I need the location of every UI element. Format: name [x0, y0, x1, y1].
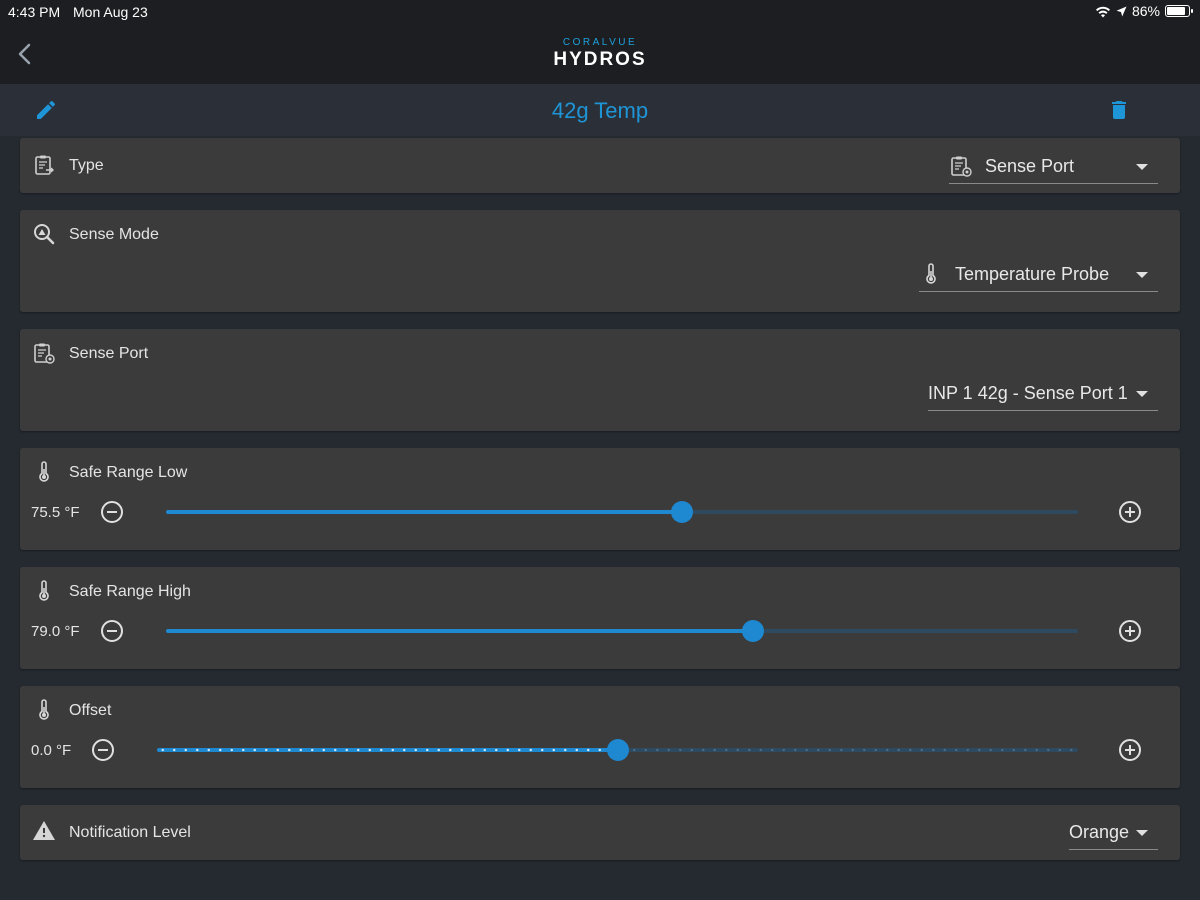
offset-label: Offset — [69, 702, 112, 719]
slider-fill — [166, 510, 683, 514]
logo-big-text: HYDROS — [553, 49, 647, 70]
offset-slider[interactable] — [157, 739, 1078, 761]
sense-port-select[interactable]: INP 1 42g - Sense Port 1 — [928, 377, 1158, 411]
thermometer-icon — [39, 699, 49, 720]
sense-port-select-value: INP 1 42g - Sense Port 1 — [928, 383, 1128, 403]
safe-range-low-value: 75.5 °F — [31, 504, 80, 521]
safe-range-high-slider[interactable] — [166, 620, 1078, 642]
type-label: Type — [69, 157, 104, 174]
magnifier-icon — [34, 224, 55, 245]
slider-fill — [166, 629, 754, 633]
delete-button[interactable] — [1107, 98, 1131, 122]
type-select-value: Sense Port — [985, 156, 1075, 176]
clipboard-port-icon — [951, 156, 972, 177]
sense-port-label: Sense Port — [69, 345, 149, 362]
notification-label: Notification Level — [69, 824, 191, 841]
battery-percent: 86% — [1131, 3, 1160, 19]
sense-mode-label: Sense Mode — [69, 226, 159, 243]
clipboard-icon — [35, 155, 54, 175]
slider-thumb[interactable] — [742, 620, 765, 642]
notification-select-value: Orange — [1069, 822, 1130, 842]
thermometer-icon — [39, 461, 49, 482]
caret-down-icon — [1136, 830, 1148, 836]
battery-icon — [1165, 5, 1193, 17]
type-card: Type Sense Port — [20, 138, 1180, 193]
safe-range-high-card: Safe Range High 79.0 °F — [20, 567, 1180, 669]
back-button[interactable] — [12, 38, 40, 70]
increment-offset-button[interactable] — [1118, 738, 1142, 762]
sense-port-card: Sense Port INP 1 42g - Sense Port 1 — [20, 329, 1180, 431]
safe-range-high-label: Safe Range High — [69, 583, 191, 600]
increment-high-button[interactable] — [1118, 619, 1142, 643]
type-select[interactable]: Sense Port — [949, 150, 1158, 184]
safe-range-low-slider[interactable] — [166, 501, 1078, 523]
offset-value: 0.0 °F — [31, 742, 72, 759]
status-time: 4:43 PM — [8, 4, 61, 20]
slider-thumb[interactable] — [606, 739, 629, 761]
caret-down-icon — [1136, 391, 1148, 397]
notification-card: Notification Level Orange — [20, 805, 1180, 860]
chevron-left-icon — [18, 43, 31, 65]
logo-small-text: CORALVUE — [562, 37, 638, 48]
slider-thumb[interactable] — [671, 501, 694, 523]
increment-low-button[interactable] — [1118, 500, 1142, 524]
slider-fill — [157, 748, 618, 752]
decrement-low-button[interactable] — [100, 500, 124, 524]
clipboard-port-icon — [34, 343, 55, 364]
thermometer-icon — [926, 263, 936, 284]
status-date: Mon Aug 23 — [73, 4, 148, 20]
location-arrow-icon — [1116, 6, 1127, 16]
sense-mode-select-value: Temperature Probe — [955, 264, 1110, 284]
page-title: 42g Temp — [551, 98, 649, 123]
trash-icon — [1112, 101, 1126, 119]
thermometer-icon — [39, 580, 49, 601]
safe-range-low-label: Safe Range Low — [69, 464, 188, 481]
sense-mode-card: Sense Mode Temperature Probe — [20, 210, 1180, 312]
offset-card: Offset 0.0 °F — [20, 686, 1180, 788]
caret-down-icon — [1136, 164, 1148, 170]
safe-range-low-card: Safe Range Low 75.5 °F — [20, 448, 1180, 550]
decrement-offset-button[interactable] — [91, 738, 115, 762]
nav-bar: CORALVUE HYDROS — [0, 24, 1200, 84]
status-right: 86% — [1095, 3, 1193, 19]
decrement-high-button[interactable] — [100, 619, 124, 643]
safe-range-high-value: 79.0 °F — [31, 623, 80, 640]
title-bar: 42g Temp — [0, 84, 1200, 136]
status-bar: 4:43 PM Mon Aug 23 86% — [0, 0, 1200, 24]
notification-select[interactable]: Orange — [1069, 816, 1158, 850]
caret-down-icon — [1136, 272, 1148, 278]
wifi-icon — [1095, 6, 1110, 17]
sense-mode-select[interactable]: Temperature Probe — [919, 258, 1158, 292]
warning-icon — [33, 821, 55, 840]
app-logo: CORALVUE HYDROS — [546, 37, 654, 71]
